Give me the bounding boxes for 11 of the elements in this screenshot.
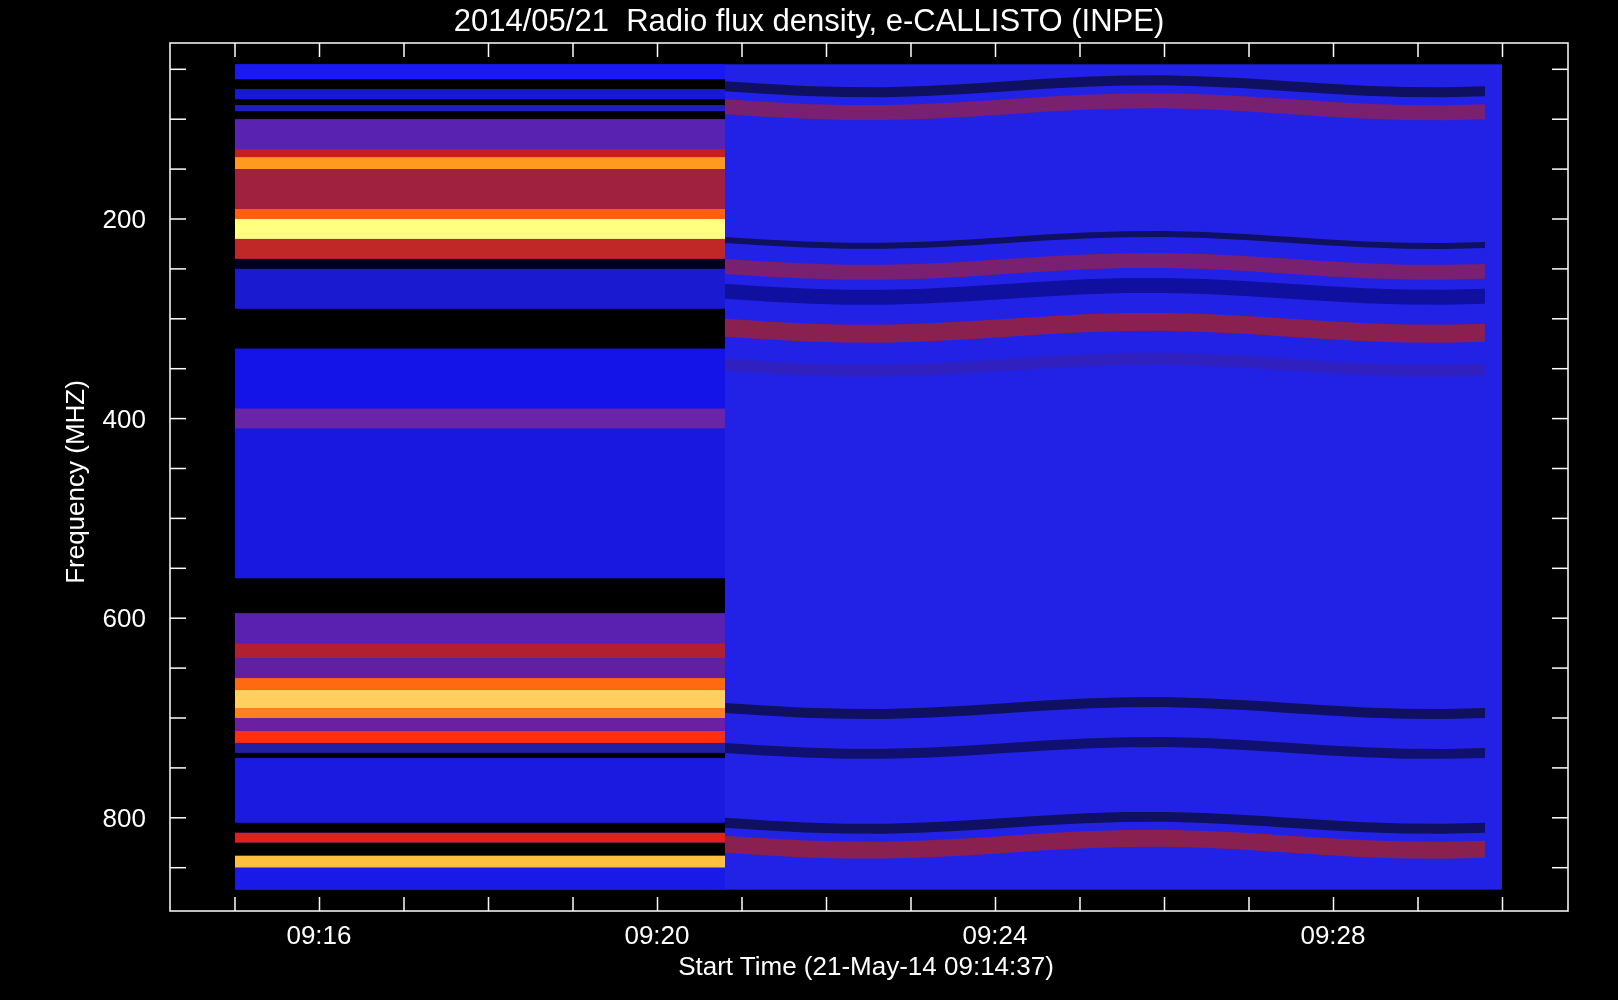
y-axis-label: Frequency (MHZ) <box>60 380 90 584</box>
chart-title: 2014/05/21 Radio flux density, e-CALLISTO (INPE) <box>453 3 1165 38</box>
y-tick-label: 600 <box>102 603 146 634</box>
x-axis-label: Start Time (21-May-14 09:14:37) <box>678 951 1054 981</box>
y-tick-label: 200 <box>102 204 146 234</box>
x-tick-label: 09:28 <box>1300 920 1366 950</box>
x-tick-label: 09:16 <box>286 920 352 950</box>
y-tick-label: 400 <box>102 403 146 434</box>
x-tick-label: 09:20 <box>624 920 690 950</box>
x-tick-label: 09:24 <box>962 920 1028 950</box>
y-tick-label: 800 <box>102 802 146 833</box>
